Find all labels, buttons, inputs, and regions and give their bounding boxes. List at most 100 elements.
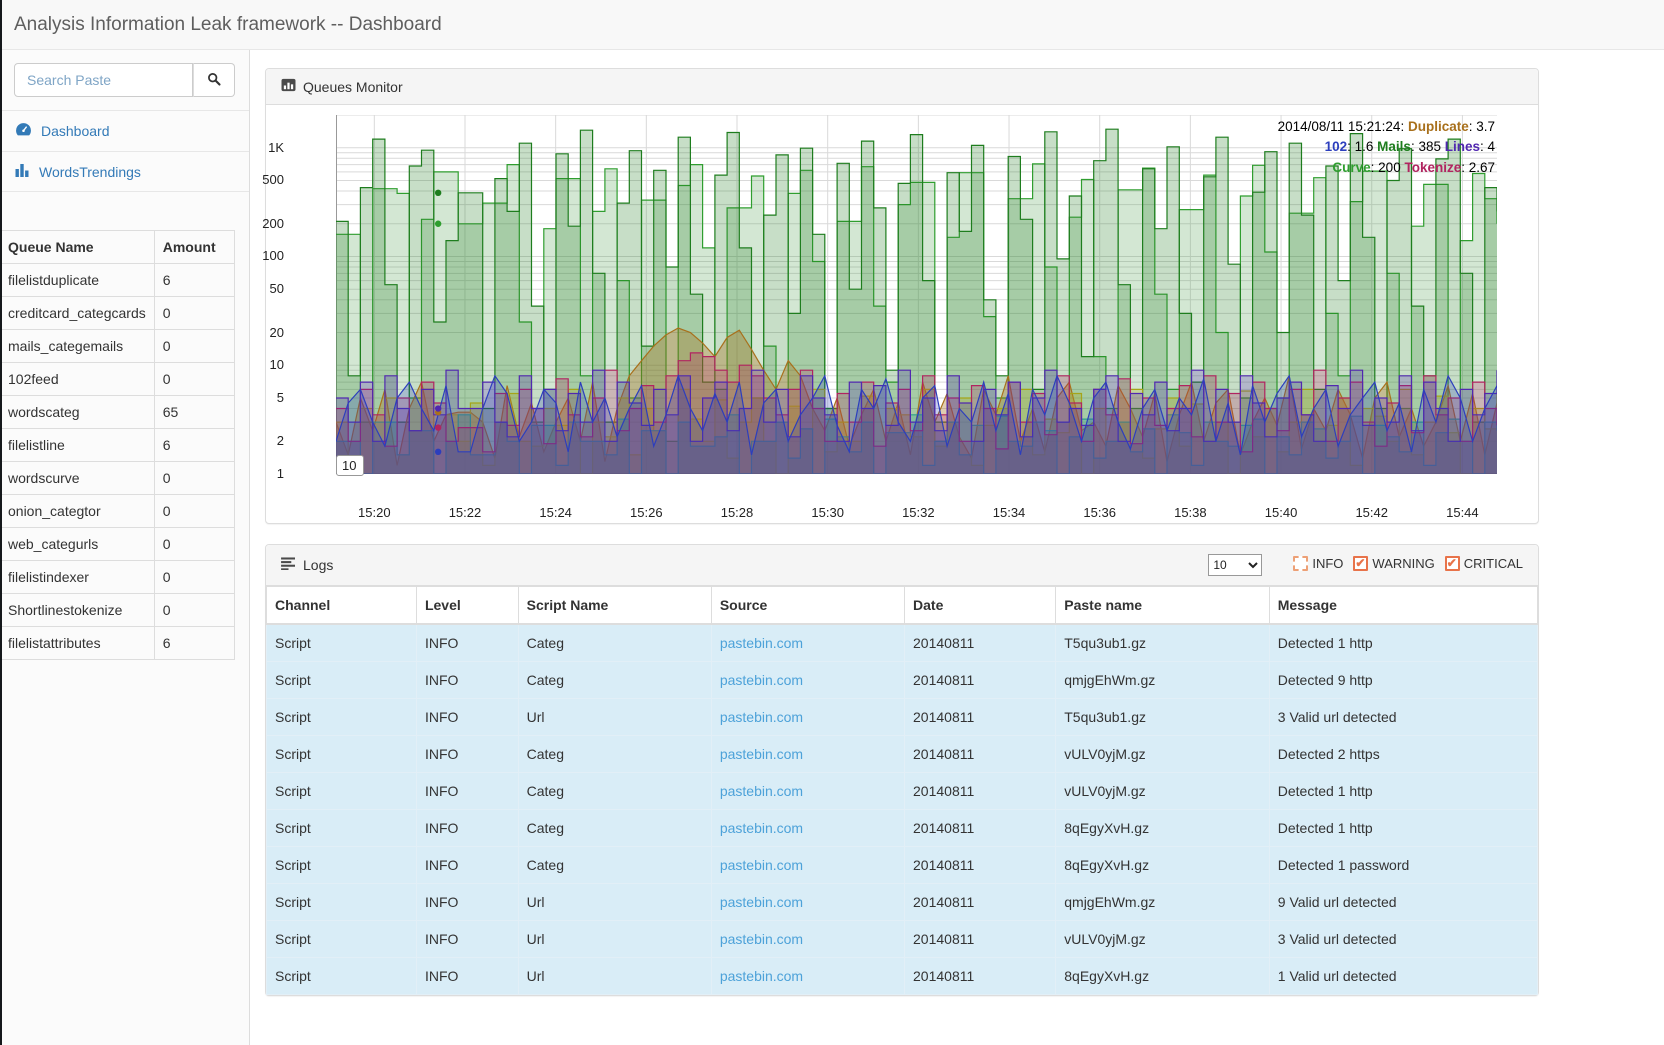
queue-amount-cell: 0 — [154, 363, 234, 396]
y-axis-tick-label: 5 — [244, 390, 284, 405]
logs-column-header: Script Name — [518, 587, 711, 625]
log-cell-paste-name: 8qEgyXvH.gz — [1056, 958, 1270, 995]
source-link[interactable]: pastebin.com — [720, 894, 803, 910]
queue-amount-cell: 0 — [154, 330, 234, 363]
log-count-select[interactable]: 10 — [1208, 554, 1262, 576]
queue-table-row: filelistline6 — [0, 429, 235, 462]
search-button[interactable] — [193, 63, 235, 97]
checkbox-unchecked-icon[interactable] — [1293, 556, 1308, 571]
source-link[interactable]: pastebin.com — [720, 931, 803, 947]
panel-title: Queues Monitor — [303, 79, 403, 95]
log-cell-date: 20140811 — [905, 699, 1056, 736]
source-link[interactable]: pastebin.com — [720, 746, 803, 762]
legend-series-name: Mails — [1377, 139, 1411, 154]
log-cell-level: INFO — [416, 624, 518, 662]
dashboard-gauge-icon — [15, 122, 32, 140]
queue-amount-cell: 0 — [154, 297, 234, 330]
x-axis-tick-label: 15:36 — [1078, 505, 1122, 520]
log-cell-script-name: Categ — [518, 662, 711, 699]
logs-heading: Logs 10 INFO WARNING CRITICAL — [266, 545, 1538, 586]
source-link[interactable]: pastebin.com — [720, 783, 803, 799]
source-link[interactable]: pastebin.com — [720, 672, 803, 688]
queues-chart-plot[interactable]: 2014/08/11 15:21:24: Duplicate: 3.7102: … — [336, 115, 1497, 474]
queue-table-row: mails_categemails0 — [0, 330, 235, 363]
source-link[interactable]: pastebin.com — [720, 820, 803, 836]
y-axis-tick-label: 10 — [244, 357, 284, 372]
x-axis-tick-label: 15:22 — [443, 505, 487, 520]
log-row: ScriptINFOCategpastebin.com20140811vULV0… — [267, 773, 1538, 810]
log-cell-level: INFO — [416, 662, 518, 699]
filter-info[interactable]: INFO — [1293, 556, 1343, 571]
queue-name-cell: filelistline — [0, 429, 154, 462]
log-cell-level: INFO — [416, 810, 518, 847]
log-cell-level: INFO — [416, 847, 518, 884]
log-row: ScriptINFOCategpastebin.com20140811T5qu3… — [267, 624, 1538, 662]
log-cell-date: 20140811 — [905, 624, 1056, 662]
checkbox-checked-icon[interactable] — [1445, 556, 1460, 571]
bar-chart-icon — [15, 163, 30, 180]
panel-title: Logs — [303, 557, 333, 573]
filter-label: INFO — [1312, 556, 1343, 571]
filter-warning[interactable]: WARNING — [1353, 556, 1434, 571]
list-lines-icon — [281, 557, 296, 573]
log-cell-script-name: Url — [518, 699, 711, 736]
sidebar-item-dashboard[interactable]: Dashboard — [0, 110, 249, 151]
log-cell-level: INFO — [416, 921, 518, 958]
queue-table-row: wordscateg65 — [0, 396, 235, 429]
log-cell-paste-name: T5qu3ub1.gz — [1056, 624, 1270, 662]
queues-monitor-panel: Queues Monitor 2014/08/11 15:21:24: Dupl… — [265, 68, 1539, 524]
y-axis-tick-label: 20 — [244, 325, 284, 340]
x-axis-tick-label: 15:30 — [806, 505, 850, 520]
queue-name-header: Queue Name — [0, 231, 154, 264]
x-axis-tick-label: 15:26 — [624, 505, 668, 520]
filter-critical[interactable]: CRITICAL — [1445, 556, 1523, 571]
log-row: ScriptINFOUrlpastebin.com20140811qmjgEhW… — [267, 884, 1538, 921]
log-cell-channel: Script — [267, 624, 417, 662]
queue-table-row: filelistduplicate6 — [0, 264, 235, 297]
log-cell-message: Detected 1 http — [1269, 810, 1537, 847]
source-link[interactable]: pastebin.com — [720, 635, 803, 651]
log-cell-date: 20140811 — [905, 921, 1056, 958]
source-link[interactable]: pastebin.com — [720, 857, 803, 873]
legend-series-name: Duplicate — [1408, 119, 1469, 134]
legend-line: 102: 1.6 Mails: 385 Lines: 4 — [1278, 137, 1495, 157]
queue-name-cell: Shortlinestokenize — [0, 594, 154, 627]
chart-legend: 2014/08/11 15:21:24: Duplicate: 3.7102: … — [1278, 117, 1495, 178]
log-cell-channel: Script — [267, 736, 417, 773]
sidebar-item-label: Dashboard — [41, 123, 110, 139]
legend-series-name: 102 — [1325, 139, 1348, 154]
y-axis-tick-label: 1K — [244, 140, 284, 155]
log-cell-channel: Script — [267, 699, 417, 736]
legend-series-name: Tokenize — [1404, 160, 1461, 175]
log-cell-message: 3 Valid url detected — [1269, 699, 1537, 736]
log-cell-script-name: Categ — [518, 847, 711, 884]
sidebar-item-wordstrendings[interactable]: WordsTrendings — [0, 151, 249, 192]
log-cell-script-name: Categ — [518, 810, 711, 847]
log-cell-message: Detected 9 http — [1269, 662, 1537, 699]
logs-header-row: ChannelLevelScript NameSourceDatePaste n… — [267, 587, 1538, 625]
roll-period-input[interactable] — [336, 455, 364, 476]
log-row: ScriptINFOCategpastebin.com20140811qmjgE… — [267, 662, 1538, 699]
queue-amount-cell: 0 — [154, 594, 234, 627]
search-input[interactable] — [14, 63, 193, 97]
legend-series-name: Lines — [1445, 139, 1480, 154]
x-axis-tick-label: 15:20 — [352, 505, 396, 520]
queue-amount-cell: 0 — [154, 462, 234, 495]
log-cell-level: INFO — [416, 773, 518, 810]
log-cell-message: 1 Valid url detected — [1269, 958, 1537, 995]
log-cell-channel: Script — [267, 773, 417, 810]
queue-table-row: creditcard_categcards0 — [0, 297, 235, 330]
source-link[interactable]: pastebin.com — [720, 968, 803, 984]
log-cell-level: INFO — [416, 884, 518, 921]
y-axis-tick-label: 2 — [244, 433, 284, 448]
chart-x-axis-labels: 15:2015:2215:2415:2615:2815:3015:3215:34… — [336, 505, 1497, 525]
checkbox-checked-icon[interactable] — [1353, 556, 1368, 571]
log-cell-source: pastebin.com — [711, 810, 904, 847]
log-cell-message: Detected 2 https — [1269, 736, 1537, 773]
log-cell-channel: Script — [267, 921, 417, 958]
log-cell-paste-name: 8qEgyXvH.gz — [1056, 810, 1270, 847]
queue-table-row: filelistindexer0 — [0, 561, 235, 594]
app-title: Analysis Information Leak framework -- D… — [14, 14, 442, 36]
source-link[interactable]: pastebin.com — [720, 709, 803, 725]
log-cell-script-name: Url — [518, 884, 711, 921]
